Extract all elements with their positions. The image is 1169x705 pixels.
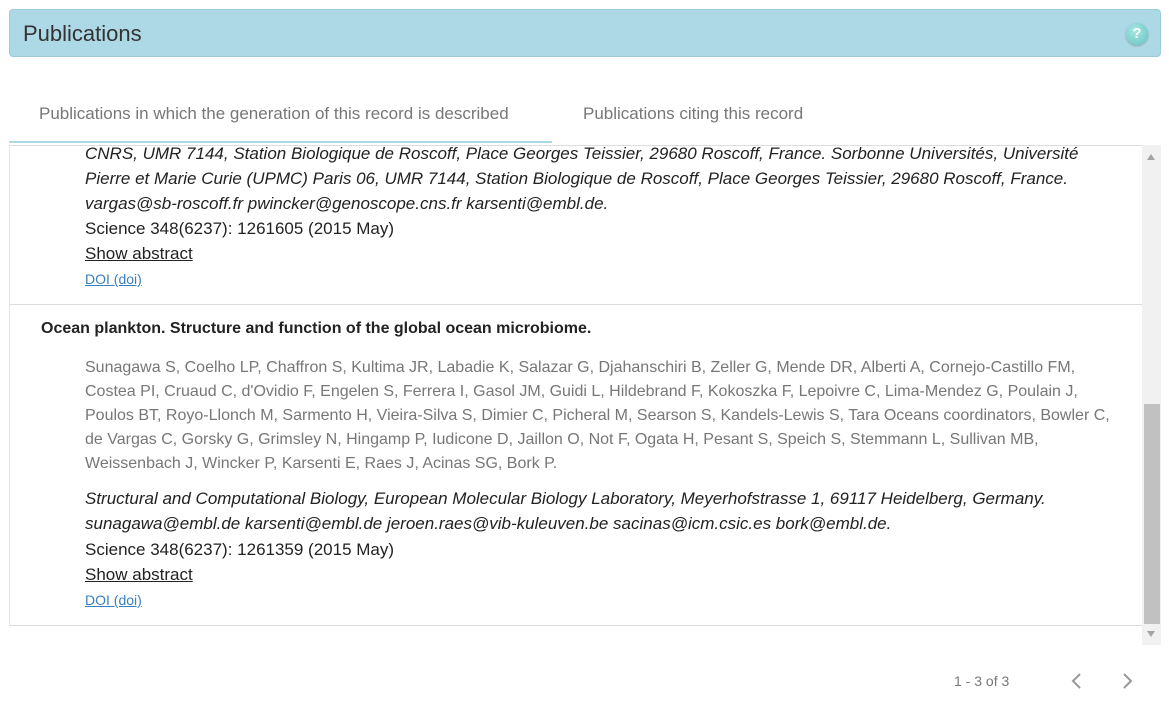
entry-divider <box>10 625 1142 626</box>
entry-divider <box>10 304 1142 305</box>
list-scrollbar[interactable] <box>1142 145 1161 645</box>
tab-described-publications[interactable]: Publications in which the generation of … <box>39 104 509 124</box>
chevron-left-icon[interactable] <box>1067 671 1087 691</box>
show-abstract-link[interactable]: Show abstract <box>85 565 193 585</box>
chevron-right-icon[interactable] <box>1117 671 1137 691</box>
doi-link[interactable]: DOI (doi) <box>85 271 142 287</box>
pagination-range: 1 - 3 of 3 <box>954 673 1010 689</box>
publication-list: CNRS, UMR 7144, Station Biologique de Ro… <box>9 145 1142 626</box>
help-icon[interactable]: ? <box>1126 23 1148 45</box>
panel-header: Publications ? <box>9 9 1161 57</box>
scroll-down-icon[interactable] <box>1147 631 1155 637</box>
scroll-up-icon[interactable] <box>1147 154 1155 160</box>
tab-citing-publications[interactable]: Publications citing this record <box>583 104 803 124</box>
publication-authors: Sunagawa S, Coelho LP, Chaffron S, Kulti… <box>85 359 1110 472</box>
doi-link[interactable]: DOI (doi) <box>85 592 142 608</box>
active-tab-indicator <box>9 141 552 143</box>
publication-journal: Science 348(6237): 1261605 (2015 May) <box>85 219 395 238</box>
publication-affiliation: Structural and Computational Biology, Eu… <box>85 489 1046 533</box>
publication-title: Ocean plankton. Structure and function o… <box>41 320 592 337</box>
scroll-thumb[interactable] <box>1144 404 1160 624</box>
panel-title: Publications <box>23 21 142 46</box>
publication-affiliation: CNRS, UMR 7144, Station Biologique de Ro… <box>85 145 1079 213</box>
show-abstract-link[interactable]: Show abstract <box>85 244 193 264</box>
publication-journal: Science 348(6237): 1261359 (2015 May) <box>85 540 395 559</box>
